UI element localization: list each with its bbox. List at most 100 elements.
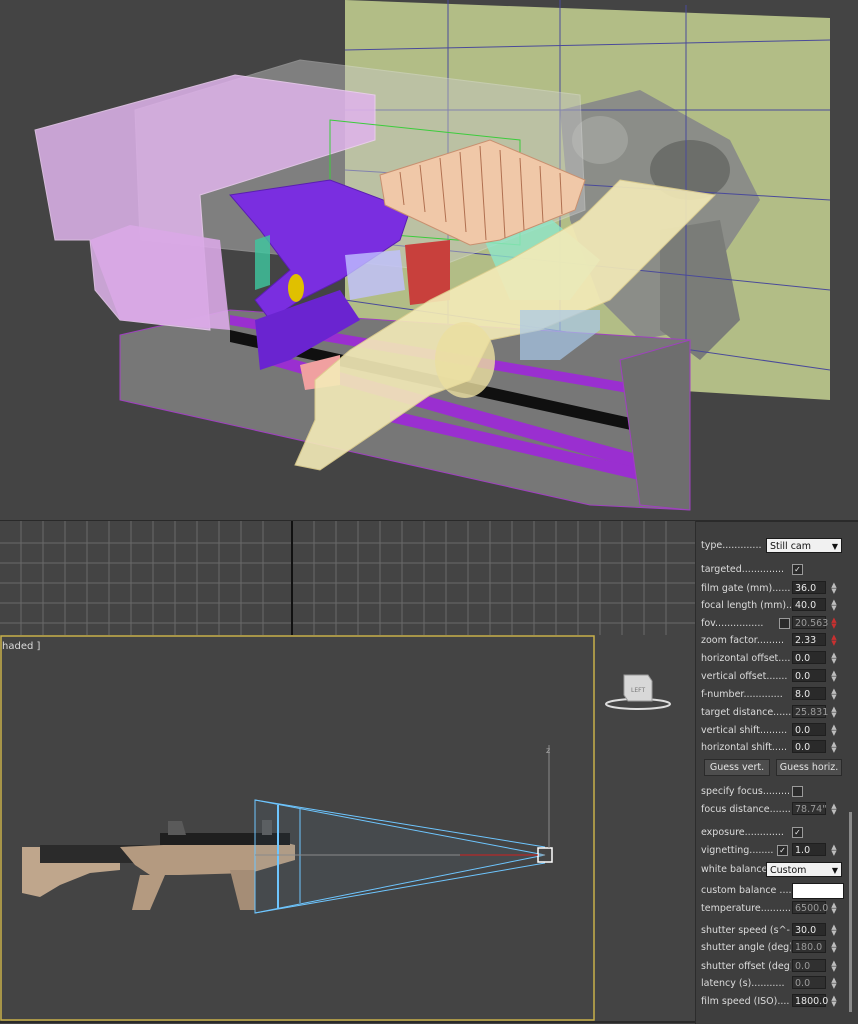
shutter-angle-row: shutter angle (deg). 180.0 ▲ ▼ [696, 940, 858, 956]
custom-balance-row: custom balance ..... [696, 883, 858, 899]
camera-type-value: Still cam [770, 541, 811, 552]
specify-focus-row: specify focus......... [696, 784, 858, 800]
focal-length-input[interactable]: 40.0 [792, 598, 826, 611]
zoom-factor-input[interactable]: 2.33 [792, 633, 826, 646]
viewcube[interactable]: LEFT [605, 674, 671, 710]
custom-balance-color-swatch[interactable] [792, 883, 844, 899]
vignetting-spinner[interactable]: ▲ ▼ [830, 844, 838, 857]
zoom-factor-spinner[interactable]: ▲ ▼ [830, 634, 838, 647]
camera-parameters-panel: type............. Still cam ▼ targeted..… [695, 520, 858, 1024]
shutter-offset-row: shutter offset (deg) 0.0 ▲ ▼ [696, 959, 858, 975]
horizontal-shift-input[interactable]: 0.0 [792, 740, 826, 753]
film-gate-input[interactable]: 36.0 [792, 581, 826, 594]
vignetting-label: vignetting........ [701, 845, 774, 856]
focal-length-spinner[interactable]: ▲ ▼ [830, 599, 838, 612]
custom-balance-label: custom balance ..... [701, 885, 791, 896]
vignetting-input[interactable]: 1.0 [792, 843, 826, 856]
camera-frustum [254, 799, 546, 914]
fov-checkbox[interactable] [779, 618, 790, 629]
fov-label: fov................ [701, 618, 764, 629]
horizontal-offset-row: horizontal offset.... 0.0 ▲ ▼ [696, 651, 858, 667]
guess-vert-button[interactable]: Guess vert. [704, 759, 770, 776]
focus-distance-spinner[interactable]: ▲ ▼ [830, 803, 838, 816]
film-speed-row: film speed (ISO).... 1800.0 ▲ ▼ [696, 994, 858, 1010]
fov-row: fov................ 20.563 ▲ ▼ [696, 616, 858, 632]
horizontal-shift-label: horizontal shift..... [701, 742, 788, 753]
perspective-viewport[interactable] [0, 0, 858, 520]
focus-distance-input[interactable]: 78.74" [792, 802, 827, 815]
camera-type-dropdown[interactable]: Still cam ▼ [766, 538, 842, 553]
shutter-angle-spinner[interactable]: ▲ ▼ [830, 941, 838, 954]
exposure-row: exposure............. ✓ [696, 825, 858, 841]
specify-focus-label: specify focus......... [701, 786, 791, 797]
horizontal-offset-label: horizontal offset.... [701, 653, 791, 664]
f-number-label: f-number............. [701, 689, 783, 700]
film-gate-label: film gate (mm)....... [701, 583, 791, 594]
shutter-offset-input[interactable]: 0.0 [792, 959, 826, 972]
vignetting-row: vignetting........ ✓ 1.0 ▲ ▼ [696, 843, 858, 859]
focal-length-row: focal length (mm)... 40.0 ▲ ▼ [696, 598, 858, 614]
target-distance-label: target distance...... [701, 707, 791, 718]
shutter-speed-spinner[interactable]: ▲ ▼ [830, 924, 838, 937]
shutter-speed-row: shutter speed (s^-1 30.0 ▲ ▼ [696, 923, 858, 939]
latency-spinner[interactable]: ▲ ▼ [830, 977, 838, 990]
targeted-checkbox[interactable]: ✓ [792, 564, 803, 575]
temperature-spinner[interactable]: ▲ ▼ [830, 902, 838, 915]
shutter-offset-spinner[interactable]: ▲ ▼ [830, 960, 838, 973]
focus-distance-label: focus distance....... [701, 804, 791, 815]
specify-focus-checkbox[interactable] [792, 786, 803, 797]
shutter-speed-label: shutter speed (s^-1 [701, 925, 791, 936]
latency-input[interactable]: 0.0 [792, 976, 826, 989]
shutter-angle-label: shutter angle (deg). [701, 942, 791, 953]
exposure-checkbox[interactable]: ✓ [792, 827, 803, 838]
temperature-input[interactable]: 6500.0 [792, 901, 828, 914]
vertical-offset-label: vertical offset....... [701, 671, 788, 682]
horizontal-shift-spinner[interactable]: ▲ ▼ [830, 741, 838, 754]
targeted-label: targeted.............. [701, 564, 785, 575]
film-speed-label: film speed (ISO).... [701, 996, 790, 1007]
vignetting-checkbox[interactable]: ✓ [777, 845, 788, 856]
fov-spinner[interactable]: ▲ ▼ [830, 617, 838, 630]
vertical-shift-spinner[interactable]: ▲ ▼ [830, 724, 838, 737]
white-balance-value: Custom [770, 865, 807, 876]
film-speed-input[interactable]: 1800.0 [792, 994, 828, 1007]
latency-row: latency (s)........... 0.0 ▲ ▼ [696, 976, 858, 992]
f-number-spinner[interactable]: ▲ ▼ [830, 688, 838, 701]
chevron-down-icon: ▼ [831, 542, 838, 551]
exposure-label: exposure............. [701, 827, 784, 838]
vertical-offset-spinner[interactable]: ▲ ▼ [830, 670, 838, 683]
zoom-factor-row: zoom factor......... 2.33 ▲ ▼ [696, 633, 858, 649]
horizontal-offset-spinner[interactable]: ▲ ▼ [830, 652, 838, 665]
left-viewport[interactable]: haded ] z LEFT [0, 635, 695, 1024]
vertical-offset-input[interactable]: 0.0 [792, 669, 826, 682]
panel-scrollbar[interactable] [849, 812, 852, 1012]
shutter-angle-input[interactable]: 180.0 [792, 940, 826, 953]
film-speed-spinner[interactable]: ▲ ▼ [830, 995, 838, 1008]
temperature-row: temperature.......... 6500.0 ▲ ▼ [696, 901, 858, 917]
left-view-scene: z LEFT [0, 635, 695, 1023]
film-gate-row: film gate (mm)....... 36.0 ▲ ▼ [696, 581, 858, 597]
top-grid-viewport[interactable] [0, 520, 695, 635]
grid-lines [0, 520, 695, 635]
viewport-scene [34, 0, 831, 511]
shutter-speed-input[interactable]: 30.0 [792, 923, 826, 936]
guess-horiz-button[interactable]: Guess horiz. [776, 759, 842, 776]
viewcube-label: LEFT [631, 687, 645, 694]
f-number-input[interactable]: 8.0 [792, 687, 826, 700]
white-balance-dropdown[interactable]: Custom ▼ [766, 862, 842, 877]
target-distance-input[interactable]: 25.831 [792, 705, 828, 718]
focus-distance-row: focus distance....... 78.74" ▲ ▼ [696, 802, 858, 818]
vertical-shift-label: vertical shift......... [701, 725, 788, 736]
fov-input[interactable]: 20.563 [792, 616, 828, 629]
target-distance-spinner[interactable]: ▲ ▼ [830, 706, 838, 719]
vertical-shift-row: vertical shift......... 0.0 ▲ ▼ [696, 723, 858, 739]
horizontal-offset-input[interactable]: 0.0 [792, 651, 826, 664]
f-number-row: f-number............. 8.0 ▲ ▼ [696, 687, 858, 703]
vertical-shift-input[interactable]: 0.0 [792, 723, 826, 736]
latency-label: latency (s)........... [701, 978, 785, 989]
chevron-down-icon: ▼ [831, 866, 838, 875]
targeted-row: targeted.............. ✓ [696, 562, 858, 578]
film-gate-spinner[interactable]: ▲ ▼ [830, 582, 838, 595]
temperature-label: temperature.......... [701, 903, 791, 914]
rifle-model [22, 820, 295, 910]
